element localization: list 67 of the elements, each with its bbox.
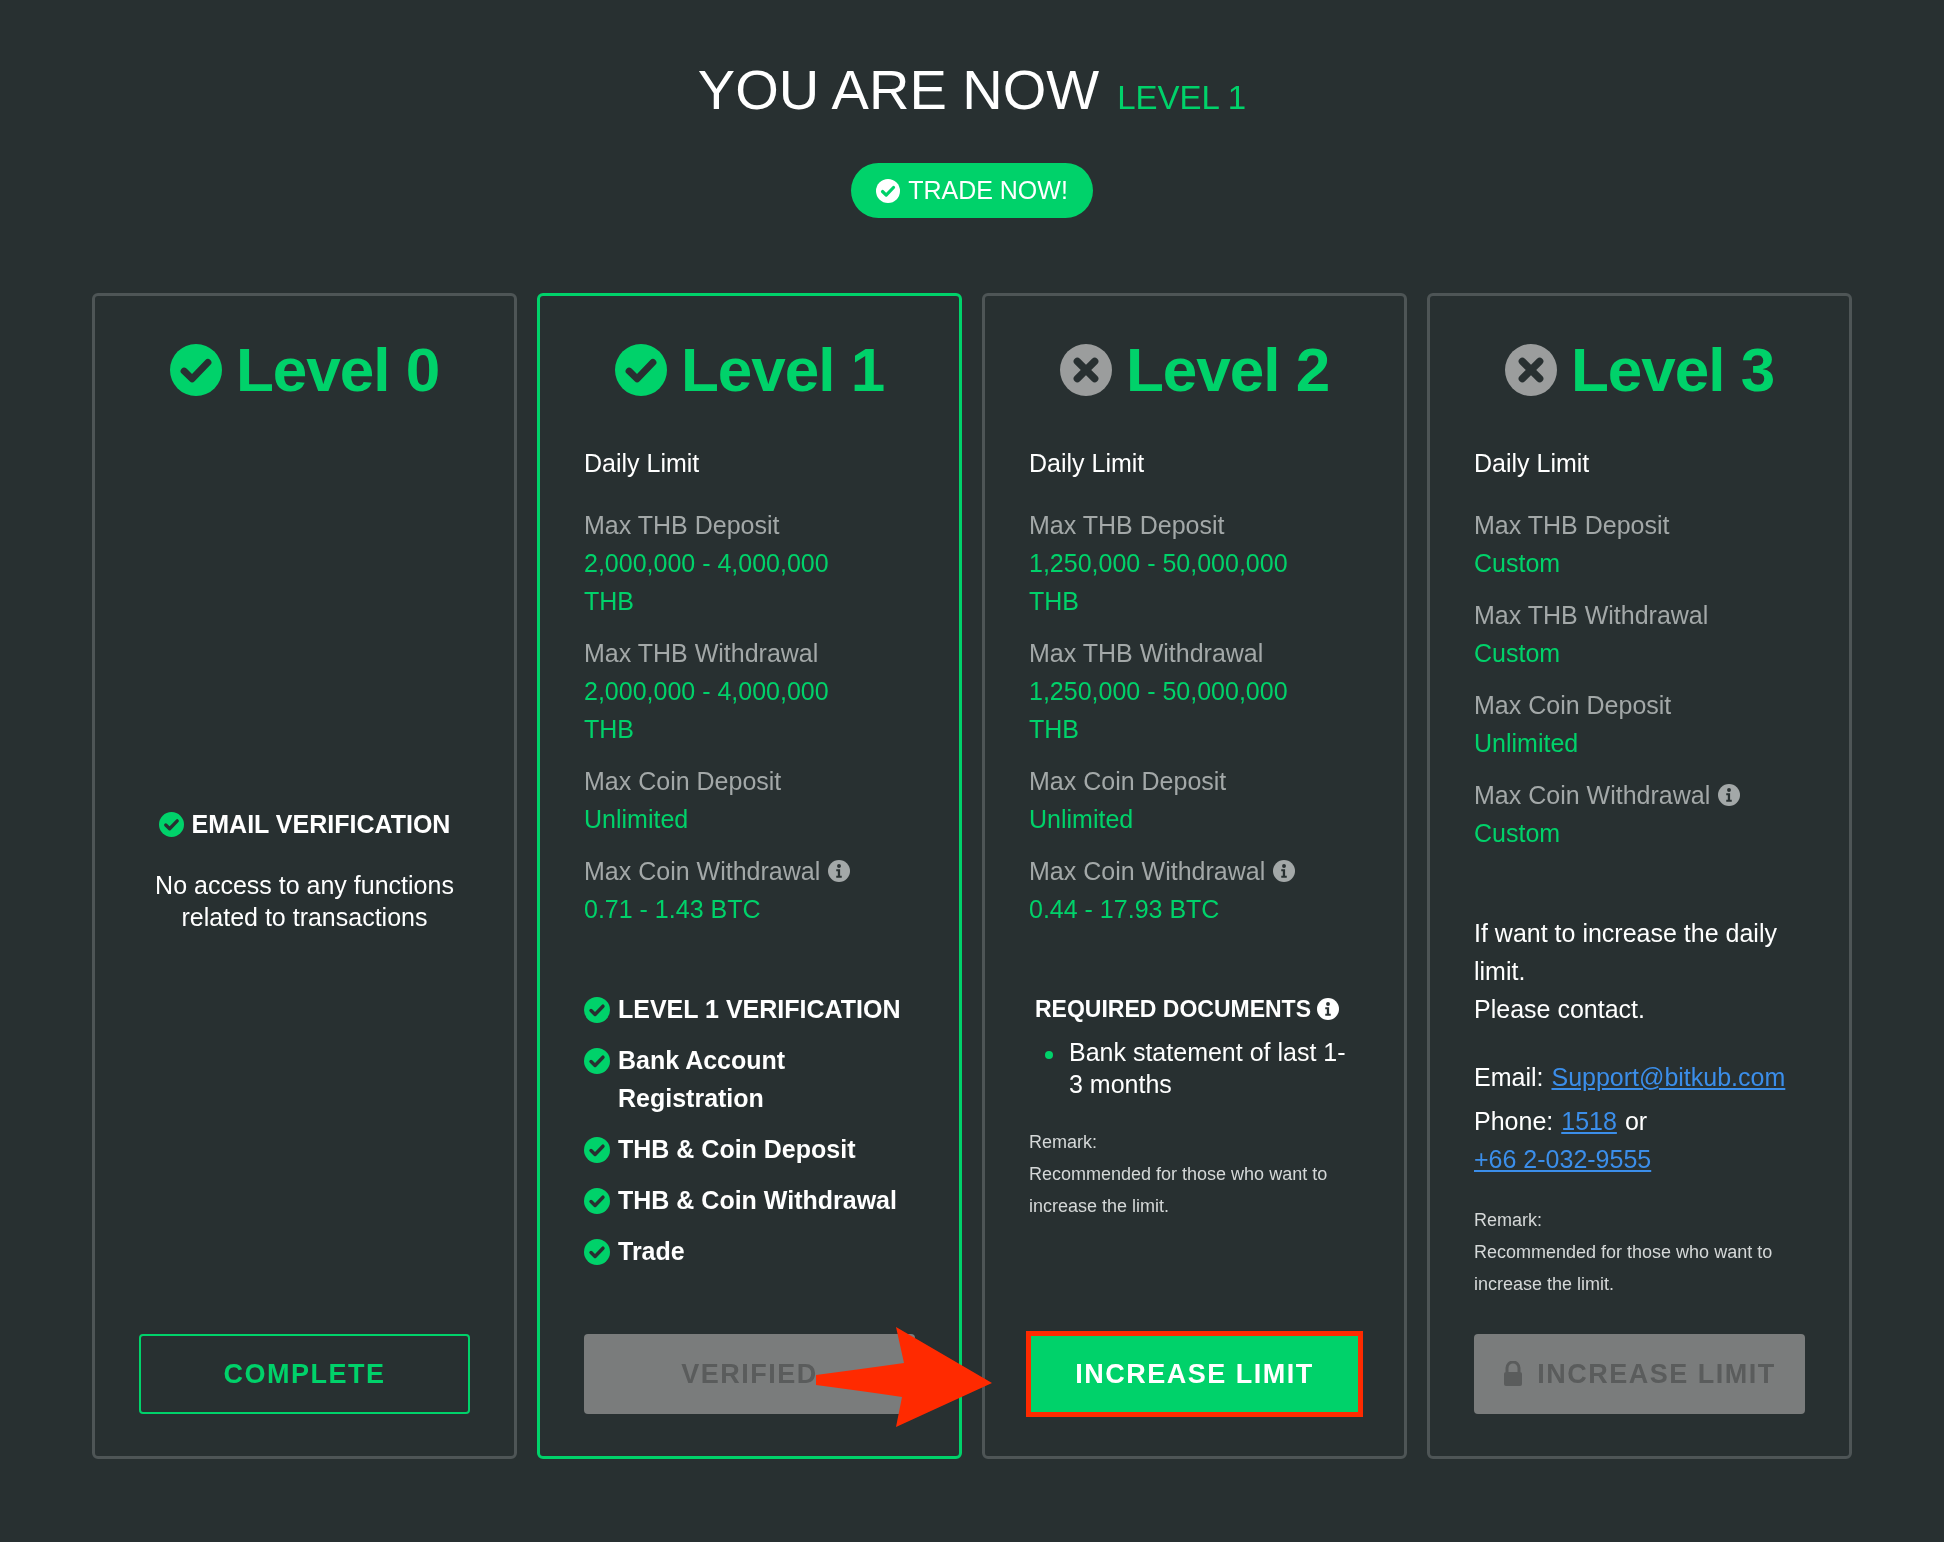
level-card[interactable]: Level 0 EMAIL VERIFICATION No access to any functions related to transactions COMPLETE xyxy=(92,293,517,1459)
checklist-item: Bank Account Registration xyxy=(618,1045,787,1114)
limit-label: Max THB Withdrawal xyxy=(1029,638,1264,669)
checklist-item: THB & Coin Deposit xyxy=(618,1134,856,1165)
remark-text: Recommended for those who want to increase the limit. xyxy=(1474,1241,1774,1296)
limit-value: Unlimited xyxy=(1474,728,1580,759)
contact-text: Please contact. xyxy=(1474,994,1646,1025)
level-card[interactable] xyxy=(1427,293,1852,1459)
info-icon[interactable] xyxy=(1317,998,1339,1020)
limit-label: Max Coin Deposit xyxy=(1474,690,1672,721)
complete-button[interactable]: COMPLETE xyxy=(139,1334,470,1414)
info-icon[interactable] xyxy=(1718,784,1741,806)
level-title: Level 3 xyxy=(1570,334,1775,406)
section-heading: Daily Limit xyxy=(1474,448,1591,479)
separator-text: or xyxy=(1624,1106,1648,1137)
checklist-item: LEVEL 1 VERIFICATION xyxy=(618,994,901,1025)
info-icon[interactable] xyxy=(1273,860,1296,882)
contact-label: Phone: xyxy=(1474,1106,1554,1137)
limit-value: Unlimited xyxy=(584,804,690,835)
limit-label: Max THB Deposit xyxy=(584,510,780,541)
section-heading: REQUIRED DOCUMENTS xyxy=(1035,995,1311,1024)
trade-now-button[interactable]: TRADE NOW! xyxy=(851,163,1093,218)
limit-value: 1,250,000 - 50,000,000 THB xyxy=(1029,548,1289,617)
limit-value: Custom xyxy=(1474,638,1562,669)
contact-link[interactable]: Support@bitkub.com xyxy=(1551,1058,1786,1096)
level-title: Level 1 xyxy=(680,334,885,406)
limit-value: Custom xyxy=(1474,548,1562,579)
remark-label: Remark: xyxy=(1029,1131,1098,1154)
limit-label: Max THB Withdrawal xyxy=(584,638,819,669)
info-icon[interactable] xyxy=(828,860,851,882)
checklist-item: THB & Coin Withdrawal xyxy=(618,1185,897,1216)
lock-icon xyxy=(1503,1361,1524,1387)
page-title: YOU ARE NOW xyxy=(697,62,1100,118)
level-label: LEVEL 1 xyxy=(1117,81,1247,114)
limit-value: 1,250,000 - 50,000,000 THB xyxy=(1029,676,1289,745)
checklist-item: Trade xyxy=(618,1236,685,1267)
remark-label: Remark: xyxy=(1474,1209,1543,1232)
limit-label: Max Coin Withdrawal xyxy=(584,856,821,887)
bullet-icon xyxy=(1045,1051,1053,1059)
limit-label: Max Coin Deposit xyxy=(584,766,782,797)
limit-label: Max Coin Withdrawal xyxy=(1029,856,1266,887)
contact-label: Email: xyxy=(1474,1062,1544,1093)
contact-link[interactable]: 1518 xyxy=(1561,1102,1617,1140)
limit-label: Max Coin Withdrawal xyxy=(1474,780,1711,811)
section-heading: Daily Limit xyxy=(1029,448,1146,479)
level-title: Level 2 xyxy=(1125,334,1330,406)
limit-label: Max THB Deposit xyxy=(1474,510,1670,541)
limit-label: Max THB Withdrawal xyxy=(1474,600,1709,631)
limit-value: Unlimited xyxy=(1029,804,1135,835)
check-icon xyxy=(876,178,901,203)
limit-label: Max THB Deposit xyxy=(1029,510,1225,541)
limit-label: Max Coin Deposit xyxy=(1029,766,1227,797)
increase-limit-button[interactable]: INCREASE LIMIT xyxy=(1029,1334,1360,1414)
limit-value: Custom xyxy=(1474,818,1562,849)
limit-value: 2,000,000 - 4,000,000 THB xyxy=(584,676,830,745)
section-heading: Daily Limit xyxy=(584,448,701,479)
note-text: No access to any functions related to transactions xyxy=(154,870,455,933)
document-item: Bank statement of last 1-3 months xyxy=(1069,1037,1347,1100)
remark-text: Recommended for those who want to increase the limit. xyxy=(1029,1163,1329,1218)
contact-text: If want to increase the daily limit. xyxy=(1474,918,1778,987)
level-title: Level 0 xyxy=(235,334,440,406)
level-card[interactable] xyxy=(982,293,1407,1459)
limit-value: 0.71 - 1.43 BTC xyxy=(584,894,762,925)
limit-value: 0.44 - 17.93 BTC xyxy=(1029,894,1221,925)
limit-value: 2,000,000 - 4,000,000 THB xyxy=(584,548,830,617)
verification-label: EMAIL VERIFICATION xyxy=(191,809,451,840)
contact-link[interactable]: +66 2-032-9555 xyxy=(1474,1140,1652,1178)
